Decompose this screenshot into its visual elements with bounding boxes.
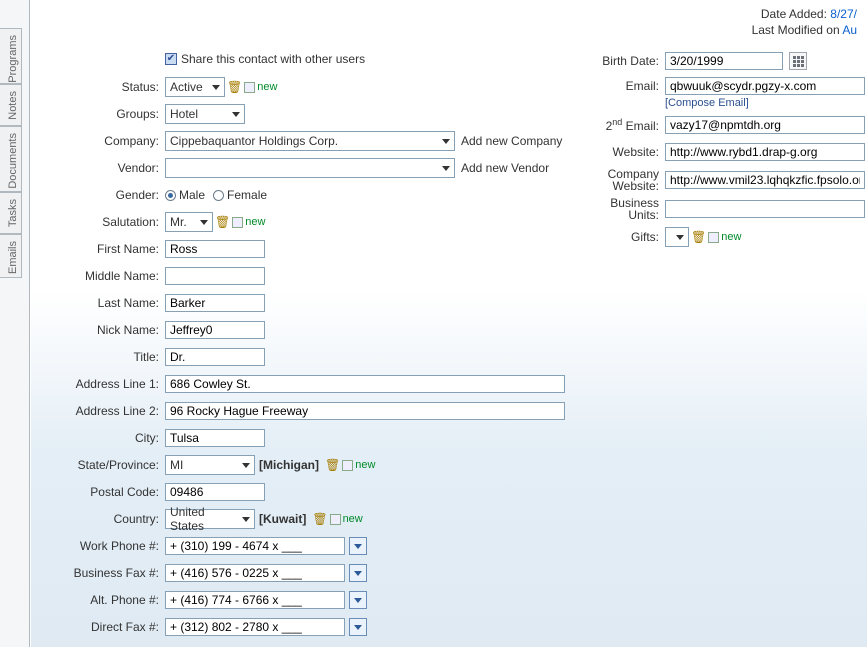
middle-name-input[interactable] <box>165 267 265 285</box>
status-new-link[interactable]: new <box>257 81 277 93</box>
company-website-label: CompanyWebsite: <box>589 168 665 192</box>
gifts-label: Gifts: <box>589 230 665 244</box>
birth-date-input[interactable] <box>665 52 783 70</box>
nick-name-input[interactable] <box>165 321 265 339</box>
alt-phone-dropdown[interactable] <box>349 591 367 609</box>
state-delete-icon[interactable]: 🗑 <box>325 458 340 472</box>
date-added-label: Date Added: <box>761 7 827 21</box>
country-hint-text: [Kuwait] <box>259 512 306 526</box>
company-add-link[interactable]: Add new Company <box>461 134 562 148</box>
gender-female-radio[interactable]: Female <box>213 188 267 202</box>
groups-label: Groups: <box>45 107 165 121</box>
sidebar-tab-programs[interactable]: Programs <box>0 28 22 84</box>
gifts-select[interactable] <box>665 227 689 247</box>
country-box-icon[interactable] <box>330 514 341 525</box>
sidebar-tab-notes[interactable]: Notes <box>0 84 22 126</box>
last-modified-label: Last Modified on <box>752 23 840 37</box>
website-input[interactable] <box>665 143 865 161</box>
alt-phone-input[interactable] <box>165 591 345 609</box>
city-label: City: <box>45 431 165 445</box>
groups-select[interactable]: Hotel <box>165 104 245 124</box>
birth-date-label: Birth Date: <box>589 54 665 68</box>
addr2-input[interactable] <box>165 402 565 420</box>
last-name-label: Last Name: <box>45 296 165 310</box>
title-input[interactable] <box>165 348 265 366</box>
vendor-select[interactable] <box>165 158 455 178</box>
work-phone-input[interactable] <box>165 537 345 555</box>
business-fax-dropdown[interactable] <box>349 564 367 582</box>
gender-male-radio[interactable]: Male <box>165 188 205 202</box>
last-name-input[interactable] <box>165 294 265 312</box>
status-delete-icon[interactable]: 🗑 <box>227 80 242 94</box>
compose-email-link[interactable]: [Compose Email] <box>665 97 749 109</box>
first-name-label: First Name: <box>45 242 165 256</box>
company-label: Company: <box>45 134 165 148</box>
city-input[interactable] <box>165 429 265 447</box>
gifts-box-icon[interactable] <box>708 232 719 243</box>
salutation-label: Salutation: <box>45 215 165 229</box>
status-label: Status: <box>45 80 165 94</box>
gifts-new-link[interactable]: new <box>721 231 741 243</box>
website-label: Website: <box>589 145 665 159</box>
addr1-input[interactable] <box>165 375 565 393</box>
sidebar-tab-bar: Programs Notes Documents Tasks Emails <box>0 0 30 647</box>
state-new-link[interactable]: new <box>355 459 375 471</box>
direct-fax-dropdown[interactable] <box>349 618 367 636</box>
salutation-delete-icon[interactable]: 🗑 <box>215 215 230 229</box>
record-meta: Date Added: 8/27/ Last Modified on Au <box>752 6 857 38</box>
first-name-input[interactable] <box>165 240 265 258</box>
email2-label: 2nd Email: <box>589 117 665 133</box>
state-label: State/Province: <box>45 458 165 472</box>
gifts-delete-icon[interactable]: 🗑 <box>691 230 706 244</box>
work-phone-dropdown[interactable] <box>349 537 367 555</box>
last-modified-value: Au <box>842 23 857 37</box>
country-label: Country: <box>45 512 165 526</box>
state-full-text: [Michigan] <box>259 458 319 472</box>
business-fax-input[interactable] <box>165 564 345 582</box>
company-select[interactable]: Cippebaquantor Holdings Corp. <box>165 131 455 151</box>
calendar-icon[interactable] <box>789 52 807 70</box>
sidebar-tab-tasks[interactable]: Tasks <box>0 192 22 234</box>
title-label: Title: <box>45 350 165 364</box>
direct-fax-input[interactable] <box>165 618 345 636</box>
addr1-label: Address Line 1: <box>45 377 165 391</box>
company-website-input[interactable] <box>665 171 865 189</box>
salutation-new-link[interactable]: new <box>245 216 265 228</box>
business-units-input[interactable] <box>665 200 865 218</box>
status-box-icon[interactable] <box>244 82 255 93</box>
business-units-label: BusinessUnits: <box>589 197 665 221</box>
postal-label: Postal Code: <box>45 485 165 499</box>
addr2-label: Address Line 2: <box>45 404 165 418</box>
middle-name-label: Middle Name: <box>45 269 165 283</box>
country-new-link[interactable]: new <box>343 513 363 525</box>
email-input[interactable] <box>665 77 865 95</box>
state-box-icon[interactable] <box>342 460 353 471</box>
salutation-select[interactable]: Mr. <box>165 212 213 232</box>
alt-phone-label: Alt. Phone #: <box>45 593 165 607</box>
vendor-add-link[interactable]: Add new Vendor <box>461 161 549 175</box>
sidebar-tab-emails[interactable]: Emails <box>0 234 22 278</box>
vendor-label: Vendor: <box>45 161 165 175</box>
direct-fax-label: Direct Fax #: <box>45 620 165 634</box>
postal-input[interactable] <box>165 483 265 501</box>
share-contact-checkbox[interactable]: ✔ <box>165 53 177 65</box>
business-fax-label: Business Fax #: <box>45 566 165 580</box>
email2-input[interactable] <box>665 116 865 134</box>
sidebar-tab-documents[interactable]: Documents <box>0 126 22 192</box>
share-contact-label: Share this contact with other users <box>181 52 365 66</box>
nick-name-label: Nick Name: <box>45 323 165 337</box>
gender-label: Gender: <box>45 188 165 202</box>
status-select[interactable]: Active <box>165 77 225 97</box>
country-select[interactable]: United States <box>165 509 255 529</box>
salutation-box-icon[interactable] <box>232 217 243 228</box>
work-phone-label: Work Phone #: <box>45 539 165 553</box>
country-delete-icon[interactable]: 🗑 <box>312 512 327 526</box>
email-label: Email: <box>589 77 665 93</box>
state-select[interactable]: MI <box>165 455 255 475</box>
date-added-value: 8/27/ <box>830 7 857 21</box>
